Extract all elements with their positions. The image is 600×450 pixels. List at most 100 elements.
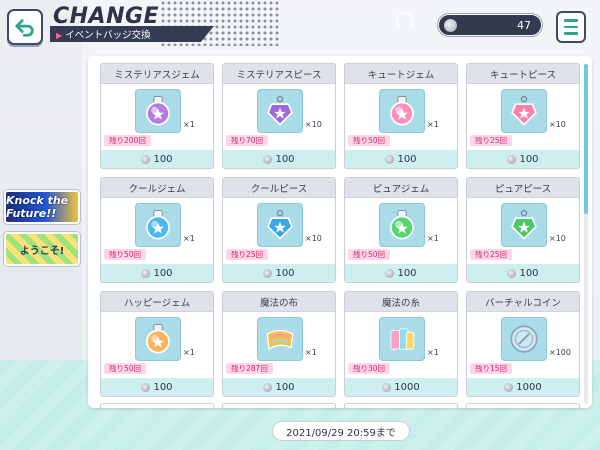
price-value: 100 — [397, 153, 417, 165]
exchange-item-card[interactable]: ミステリアスジェム ×1 残り200回 100 — [100, 63, 214, 169]
exchange-item-card[interactable]: 魔法の糸 ×1 残り30回 1000 — [344, 291, 458, 397]
item-quantity: ×100 — [549, 348, 571, 357]
exchange-item-card[interactable]: キュートピース ×10 残り25回 100 — [466, 63, 580, 169]
price-value: 1000 — [516, 381, 542, 393]
remaining-count: 残り50回 — [348, 249, 391, 260]
exchange-item-card[interactable]: ピュアピース ×10 残り25回 100 — [466, 177, 580, 283]
price-value: 100 — [519, 267, 539, 279]
pure-gem-bottle-icon — [379, 203, 425, 247]
item-name: ミステリアスジェム — [101, 64, 213, 84]
remaining-count: 残り70回 — [226, 135, 269, 146]
exchange-item-card[interactable]: クールジェム ×1 残り50回 100 — [100, 177, 214, 283]
item-quantity: ×1 — [183, 348, 195, 357]
card-peek — [222, 403, 336, 408]
exchange-item-card[interactable]: ピュアジェム ×1 残り50回 100 — [344, 177, 458, 283]
badge-counter: 47 — [438, 14, 542, 36]
badge-count: 47 — [517, 19, 531, 32]
price-coin-icon — [263, 268, 273, 278]
price-coin-icon — [141, 382, 151, 392]
remaining-count: 残り50回 — [348, 135, 391, 146]
price-value: 100 — [153, 153, 173, 165]
price-coin-icon — [507, 268, 517, 278]
price-coin-icon — [382, 382, 392, 392]
card-peek — [344, 403, 458, 408]
item-price: 1000 — [345, 378, 457, 396]
remaining-count: 残り25回 — [226, 249, 269, 260]
item-price: 100 — [223, 264, 335, 282]
remaining-count: 残り15回 — [470, 363, 513, 374]
exchange-item-card[interactable]: クールピース ×10 残り25回 100 — [222, 177, 336, 283]
item-price: 100 — [223, 378, 335, 396]
remaining-count: 残り25回 — [470, 249, 513, 260]
menu-button[interactable] — [556, 11, 586, 43]
item-price: 1000 — [467, 378, 579, 396]
magic-cloth-icon — [257, 317, 303, 361]
item-quantity: ×1 — [183, 234, 195, 243]
item-name: バーチャルコイン — [467, 292, 579, 312]
item-name: キュートピース — [467, 64, 579, 84]
remaining-count: 残り287回 — [226, 363, 273, 374]
item-price: 100 — [345, 150, 457, 168]
page-subtitle: ▶ イベントバッジ交換 — [56, 27, 151, 41]
event-banner-secondary[interactable]: ようこそ! — [4, 232, 80, 266]
card-peek — [466, 403, 580, 408]
exchange-item-card[interactable]: ミステリアスピース ×10 残り70回 100 — [222, 63, 336, 169]
item-quantity: ×1 — [305, 348, 317, 357]
price-value: 100 — [519, 153, 539, 165]
price-coin-icon — [385, 154, 395, 164]
next-row-peek — [100, 403, 580, 408]
price-value: 100 — [275, 381, 295, 393]
price-value: 100 — [397, 267, 417, 279]
remaining-count: 残り50回 — [104, 363, 147, 374]
price-value: 100 — [153, 381, 173, 393]
scrollbar[interactable] — [584, 64, 588, 404]
exchange-item-card[interactable]: バーチャルコイン ×100 残り15回 1000 — [466, 291, 580, 397]
item-name: クールジェム — [101, 178, 213, 198]
item-name: ミステリアスピース — [223, 64, 335, 84]
item-quantity: ×1 — [427, 234, 439, 243]
scrollbar-thumb[interactable] — [584, 64, 588, 214]
item-quantity: ×10 — [549, 120, 566, 129]
item-name: ピュアジェム — [345, 178, 457, 198]
menu-icon-line — [564, 25, 578, 29]
item-price: 100 — [101, 264, 213, 282]
remaining-count: 残り50回 — [104, 249, 147, 260]
exchange-item-card[interactable]: ハッピージェム ×1 残り50回 100 — [100, 291, 214, 397]
cute-piece-icon — [501, 89, 547, 133]
item-name: キュートジェム — [345, 64, 457, 84]
headphone-icon[interactable] — [394, 11, 416, 31]
price-coin-icon — [263, 154, 273, 164]
exchange-item-panel[interactable]: ミステリアスジェム ×1 残り200回 100 ミステリアスピース ×10 残り70回 100… — [88, 56, 592, 408]
exchange-item-card[interactable]: キュートジェム ×1 残り50回 100 — [344, 63, 458, 169]
exchange-item-card[interactable]: 魔法の布 ×1 残り287回 100 — [222, 291, 336, 397]
price-value: 100 — [275, 153, 295, 165]
item-price: 100 — [101, 150, 213, 168]
item-quantity: ×10 — [305, 234, 322, 243]
item-quantity: ×1 — [427, 120, 439, 129]
happy-gem-bottle-icon — [135, 317, 181, 361]
item-quantity: ×1 — [427, 348, 439, 357]
remaining-count: 残り25回 — [470, 135, 513, 146]
item-name: ピュアピース — [467, 178, 579, 198]
event-banner-knock-the-future[interactable]: Knock the Future!! — [4, 190, 80, 224]
price-value: 1000 — [394, 381, 420, 393]
item-name: ハッピージェム — [101, 292, 213, 312]
cool-piece-icon — [257, 203, 303, 247]
item-quantity: ×10 — [305, 120, 322, 129]
price-coin-icon — [385, 268, 395, 278]
price-coin-icon — [504, 382, 514, 392]
price-value: 100 — [153, 267, 173, 279]
item-grid: ミステリアスジェム ×1 残り200回 100 ミステリアスピース ×10 残り70回 100… — [100, 63, 580, 397]
item-quantity: ×1 — [183, 120, 195, 129]
price-value: 100 — [275, 267, 295, 279]
cute-gem-bottle-icon — [379, 89, 425, 133]
mysterious-gem-bottle-icon — [135, 89, 181, 133]
remaining-count: 残り200回 — [104, 135, 151, 146]
price-coin-icon — [141, 268, 151, 278]
back-button[interactable] — [7, 9, 43, 45]
remaining-count: 残り30回 — [348, 363, 391, 374]
card-peek — [100, 403, 214, 408]
banner-label: ようこそ! — [19, 245, 65, 257]
menu-icon-line — [564, 32, 578, 35]
item-price: 100 — [101, 378, 213, 396]
